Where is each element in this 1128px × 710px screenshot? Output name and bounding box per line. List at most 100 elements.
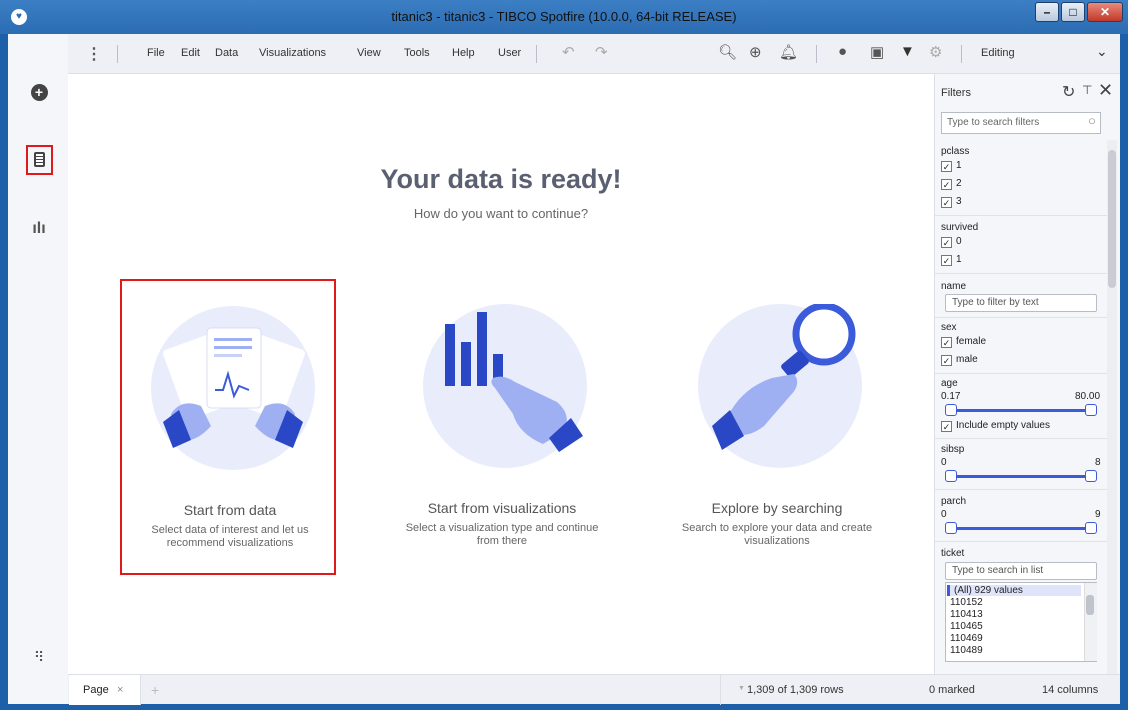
- checkbox-sex-male[interactable]: ✓ male: [941, 354, 978, 366]
- marked-count: 0 marked: [929, 684, 975, 696]
- slider-handle-min[interactable]: [945, 522, 957, 534]
- name-filter-input[interactable]: Type to filter by text: [945, 294, 1097, 312]
- slider-handle-min[interactable]: [945, 404, 957, 416]
- add-page-button[interactable]: +: [151, 682, 159, 698]
- age-range-slider[interactable]: [945, 404, 1097, 416]
- ticket-search-input[interactable]: Type to search in list: [945, 562, 1097, 580]
- minimize-button[interactable]: –: [1035, 2, 1059, 22]
- filter-label-survived: survived: [941, 222, 979, 233]
- data-illustration-icon: [151, 306, 315, 470]
- checkbox-pclass-2[interactable]: ✓ 2: [941, 178, 962, 190]
- visualizations-illustration-icon: [423, 304, 587, 468]
- close-window-button[interactable]: ✕: [1087, 2, 1123, 22]
- data-panel-icon[interactable]: [26, 145, 53, 175]
- page-tab-label: Page: [83, 684, 109, 696]
- menu-view[interactable]: View: [357, 47, 381, 59]
- checkbox-pclass-3[interactable]: ✓ 3: [941, 196, 962, 208]
- check-icon: ✓: [941, 355, 952, 366]
- filter-search-input[interactable]: Type to search filters: [941, 112, 1101, 134]
- card-title: Start from data: [183, 502, 277, 518]
- comments-icon[interactable]: ●: [838, 43, 847, 60]
- checkbox-survived-0[interactable]: ✓ 0: [941, 236, 962, 248]
- list-item[interactable]: 110469: [950, 633, 983, 644]
- column-count: 14 columns: [1042, 684, 1099, 696]
- chevron-down-icon[interactable]: ⌄: [1096, 43, 1108, 60]
- list-item-all[interactable]: (All) 929 values: [947, 585, 1081, 596]
- checkbox-survived-1[interactable]: ✓ 1: [941, 254, 962, 266]
- reset-filters-icon[interactable]: ↻: [1062, 82, 1075, 102]
- age-min-value: 0.17: [941, 391, 961, 402]
- menu-edit[interactable]: Edit: [181, 47, 200, 59]
- document-icon: [34, 152, 45, 168]
- close-tab-icon[interactable]: ×: [117, 684, 123, 696]
- list-item[interactable]: 110465: [950, 621, 983, 632]
- tab-page[interactable]: Page ×: [69, 675, 141, 705]
- search-illustration-icon: [698, 304, 862, 468]
- menu-file[interactable]: File: [147, 47, 165, 59]
- scrollbar-thumb[interactable]: [1108, 150, 1116, 288]
- checkbox-include-empty[interactable]: ✓ Include empty values: [941, 420, 1050, 432]
- row-count: 1,309 of 1,309 rows: [747, 684, 844, 696]
- bookmarks-icon[interactable]: ▣: [870, 43, 884, 61]
- redo-icon[interactable]: ↷: [595, 43, 608, 61]
- menu-bar: ⋮ File Edit Data Visualizations View Too…: [68, 34, 1120, 74]
- menu-user[interactable]: User: [498, 47, 521, 59]
- ticket-list[interactable]: (All) 929 values 110152 110413 110465 11…: [945, 582, 1097, 662]
- parch-max-value: 9: [1095, 509, 1101, 520]
- separator: [536, 45, 537, 63]
- menu-visualizations[interactable]: Visualizations: [259, 47, 326, 59]
- list-item[interactable]: 110489: [950, 645, 983, 656]
- client-area: + ılı ⠻ ⋮ File Edit Data Visualizations …: [8, 34, 1120, 705]
- more-menu-icon[interactable]: ⋮: [86, 44, 102, 64]
- list-item[interactable]: 110152: [950, 597, 983, 608]
- title-bar[interactable]: ♥ titanic3 - titanic3 - TIBCO Spotfire (…: [0, 0, 1128, 34]
- menu-tools[interactable]: Tools: [404, 47, 430, 59]
- card-description: Select a visualization type and continue…: [405, 522, 599, 547]
- rows-dropdown-icon[interactable]: ▼: [738, 685, 745, 692]
- parch-range-slider[interactable]: [945, 522, 1097, 534]
- checkbox-pclass-1[interactable]: ✓ 1: [941, 160, 962, 172]
- start-from-visualizations-card[interactable]: Start from visualizations Select a visua…: [394, 279, 610, 575]
- divider: [935, 317, 1107, 318]
- slider-handle-min[interactable]: [945, 470, 957, 482]
- check-icon: ✓: [941, 421, 952, 432]
- menu-data[interactable]: Data: [215, 47, 238, 59]
- search-icon[interactable]: ○: [1088, 113, 1096, 128]
- filters-panel: Filters ↻ ⊤ ✕ Type to search filters ○ p…: [934, 74, 1120, 674]
- filter-label-parch: parch: [941, 496, 967, 507]
- slider-handle-max[interactable]: [1085, 470, 1097, 482]
- sibsp-range-slider[interactable]: [945, 470, 1097, 482]
- explore-by-searching-card[interactable]: Explore by searching Search to explore y…: [669, 279, 885, 575]
- menu-help[interactable]: Help: [452, 47, 475, 59]
- slider-track: [950, 527, 1092, 530]
- checkbox-sex-female[interactable]: ✓ female: [941, 336, 986, 348]
- separator: [117, 45, 118, 63]
- slider-handle-max[interactable]: [1085, 404, 1097, 416]
- add-data-icon[interactable]: +: [28, 82, 50, 104]
- start-from-data-card[interactable]: Start from data Select data of interest …: [120, 279, 336, 575]
- filter-label-pclass: pclass: [941, 146, 970, 157]
- search-icon[interactable]: 🔍︎: [718, 43, 737, 61]
- list-item[interactable]: 110413: [950, 609, 983, 620]
- card-title: Start from visualizations: [427, 500, 577, 516]
- slider-handle-max[interactable]: [1085, 522, 1097, 534]
- maximize-button[interactable]: □: [1061, 2, 1085, 22]
- slider-track: [950, 475, 1092, 478]
- collaboration-icon[interactable]: ⊕: [749, 43, 762, 61]
- separator: [720, 675, 721, 705]
- close-icon[interactable]: ✕: [1098, 80, 1113, 101]
- pin-icon[interactable]: ⊤: [1082, 83, 1092, 97]
- divider: [935, 273, 1107, 274]
- status-bar: Page × + ▼ 1,309 of 1,309 rows 0 marked …: [68, 674, 1120, 705]
- parch-min-value: 0: [941, 509, 947, 520]
- undo-icon[interactable]: ↶: [562, 43, 575, 61]
- scrollbar-thumb[interactable]: [1086, 595, 1094, 615]
- data-canvas-icon[interactable]: ⠻: [28, 646, 50, 668]
- divider: [935, 373, 1107, 374]
- mode-dropdown[interactable]: Editing: [981, 47, 1015, 59]
- filter-label-sibsp: sibsp: [941, 444, 965, 455]
- visualization-types-icon[interactable]: ılı: [28, 218, 50, 240]
- settings-icon[interactable]: ⚙: [929, 43, 942, 61]
- notifications-icon[interactable]: 🔔︎: [779, 43, 798, 61]
- filter-icon[interactable]: ▼: [900, 43, 915, 60]
